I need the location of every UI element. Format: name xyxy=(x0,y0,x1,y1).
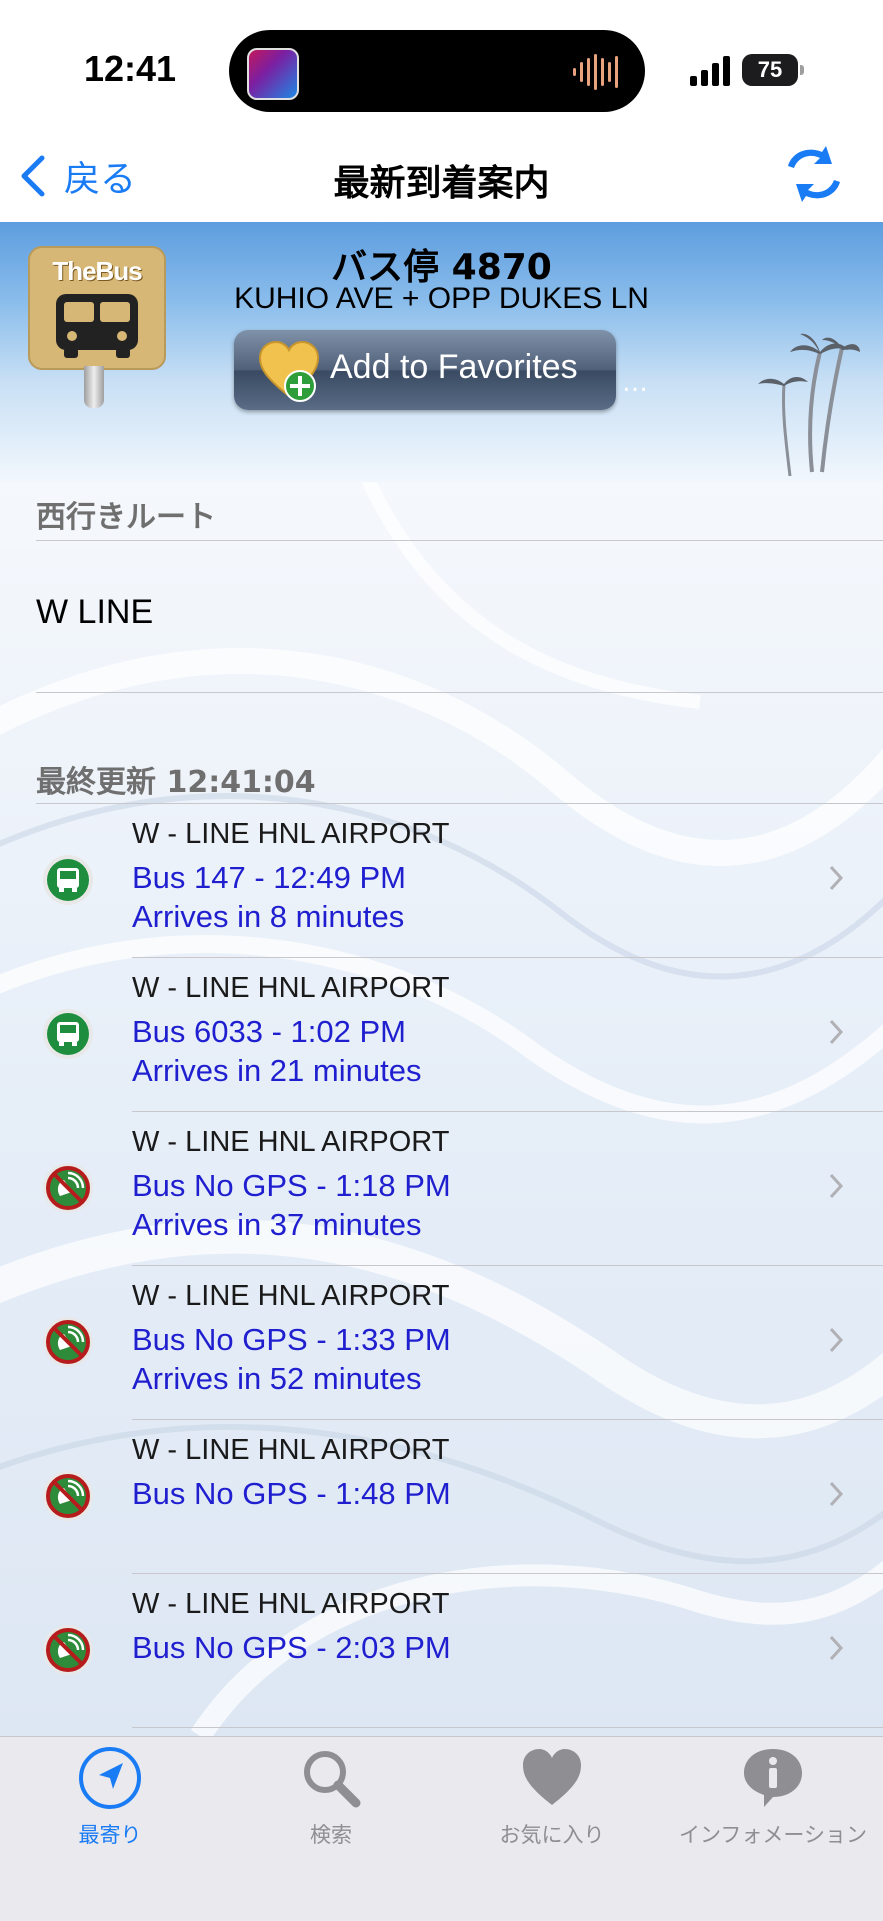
chevron-right-icon xyxy=(829,1173,844,1199)
no-gps-icon xyxy=(43,1625,93,1675)
route-row-w-line[interactable]: W LINE xyxy=(0,540,883,692)
more-indicator: … xyxy=(622,368,648,398)
now-playing-artwork xyxy=(247,48,299,100)
divider xyxy=(36,692,883,693)
arrival-time: Bus No GPS - 1:18 PM xyxy=(132,1168,451,1203)
arrival-destination: W - LINE HNL AIRPORT xyxy=(132,1588,450,1620)
stop-name: KUHIO AVE + OPP DUKES LN xyxy=(234,282,649,315)
tab-favorites[interactable]: お気に入り xyxy=(442,1745,662,1865)
tab-label: お気に入り xyxy=(499,1823,605,1847)
arrival-row[interactable]: W - LINE HNL AIRPORT Bus No GPS - 2:03 P… xyxy=(0,1574,883,1727)
tab-label: 最寄り xyxy=(78,1823,142,1847)
chevron-right-icon xyxy=(829,1635,844,1661)
chevron-right-icon xyxy=(829,1327,844,1353)
arrival-time: Bus No GPS - 2:03 PM xyxy=(132,1630,451,1665)
search-icon xyxy=(304,1751,361,1808)
stop-header-banner: TheBus バス停 4870 KUHIO AVE + OPP DUKES LN… xyxy=(0,222,883,482)
audio-waveform-icon xyxy=(573,54,618,90)
route-section-header: 西行きルート xyxy=(36,500,216,535)
arrival-eta: Arrives in 21 minutes xyxy=(132,1053,422,1088)
chevron-right-icon xyxy=(829,1019,844,1045)
tab-nearby[interactable]: 最寄り xyxy=(0,1745,220,1865)
arrival-row[interactable]: W - LINE HNL AIRPORT Bus 6033 - 1:02 PM … xyxy=(0,958,883,1111)
arrival-row[interactable]: W - LINE HNL AIRPORT Bus 147 - 12:49 PM … xyxy=(0,804,883,957)
tab-bar: 最寄り 検索 お気に入り インフォメーション xyxy=(0,1736,883,1921)
cellular-signal-icon xyxy=(690,56,730,86)
refresh-icon[interactable] xyxy=(778,138,850,210)
add-to-favorites-button[interactable]: Add to Favorites xyxy=(234,330,616,410)
arrival-destination: W - LINE HNL AIRPORT xyxy=(132,1434,450,1466)
chevron-right-icon xyxy=(829,1481,844,1507)
arrival-time: Bus 6033 - 1:02 PM xyxy=(132,1014,406,1049)
battery-icon: 75 xyxy=(742,54,804,86)
arrival-time: Bus No GPS - 1:48 PM xyxy=(132,1476,451,1511)
no-gps-icon xyxy=(43,1163,93,1213)
route-label: W LINE xyxy=(36,593,154,631)
arrival-eta: Arrives in 37 minutes xyxy=(132,1207,422,1242)
arrivals-list[interactable]: 西行きルート W LINE 最終更新 12:41:04 W - LINE HNL… xyxy=(0,482,883,1736)
page-title: 最新到着案内 xyxy=(333,163,550,204)
arrival-time: Bus No GPS - 1:33 PM xyxy=(132,1322,451,1357)
info-icon xyxy=(744,1749,802,1807)
tab-label: 検索 xyxy=(310,1823,352,1847)
tab-label: インフォメーション xyxy=(679,1823,867,1847)
arrival-row[interactable]: W - LINE HNL AIRPORT Bus No GPS - 1:33 P… xyxy=(0,1266,883,1419)
no-gps-icon xyxy=(43,1471,93,1521)
last-updated-header: 最終更新 12:41:04 xyxy=(36,765,316,800)
bus-gps-icon xyxy=(43,1009,93,1059)
chevron-right-icon xyxy=(829,865,844,891)
palm-trees-decoration xyxy=(758,333,860,477)
tab-information[interactable]: インフォメーション xyxy=(663,1745,883,1865)
tab-search[interactable]: 検索 xyxy=(221,1745,441,1865)
arrival-eta: Arrives in 8 minutes xyxy=(132,899,405,934)
arrival-destination: W - LINE HNL AIRPORT xyxy=(132,818,450,850)
arrival-destination: W - LINE HNL AIRPORT xyxy=(132,1126,450,1158)
arrival-row[interactable]: W - LINE HNL AIRPORT Bus No GPS - 1:18 P… xyxy=(0,1112,883,1265)
heart-plus-icon xyxy=(258,340,320,402)
arrival-time: Bus 147 - 12:49 PM xyxy=(132,860,406,895)
dynamic-island[interactable] xyxy=(229,30,645,112)
add-to-favorites-label: Add to Favorites xyxy=(330,348,578,386)
location-arrow-icon xyxy=(79,1747,141,1809)
arrival-row[interactable]: W - LINE HNL AIRPORT Bus No GPS - 1:48 P… xyxy=(0,1420,883,1573)
arrival-eta: Arrives in 52 minutes xyxy=(132,1361,422,1396)
arrival-destination: W - LINE HNL AIRPORT xyxy=(132,1280,450,1312)
bus-gps-icon xyxy=(43,855,93,905)
status-time: 12:41 xyxy=(84,48,177,89)
navigation-bar: 戻る 最新到着案内 xyxy=(0,130,883,222)
heart-icon xyxy=(523,1749,581,1805)
divider xyxy=(132,1727,883,1728)
logo-pole xyxy=(84,366,104,408)
arrival-destination: W - LINE HNL AIRPORT xyxy=(132,972,450,1004)
no-gps-icon xyxy=(43,1317,93,1367)
status-bar: 12:41 75 xyxy=(0,0,883,130)
